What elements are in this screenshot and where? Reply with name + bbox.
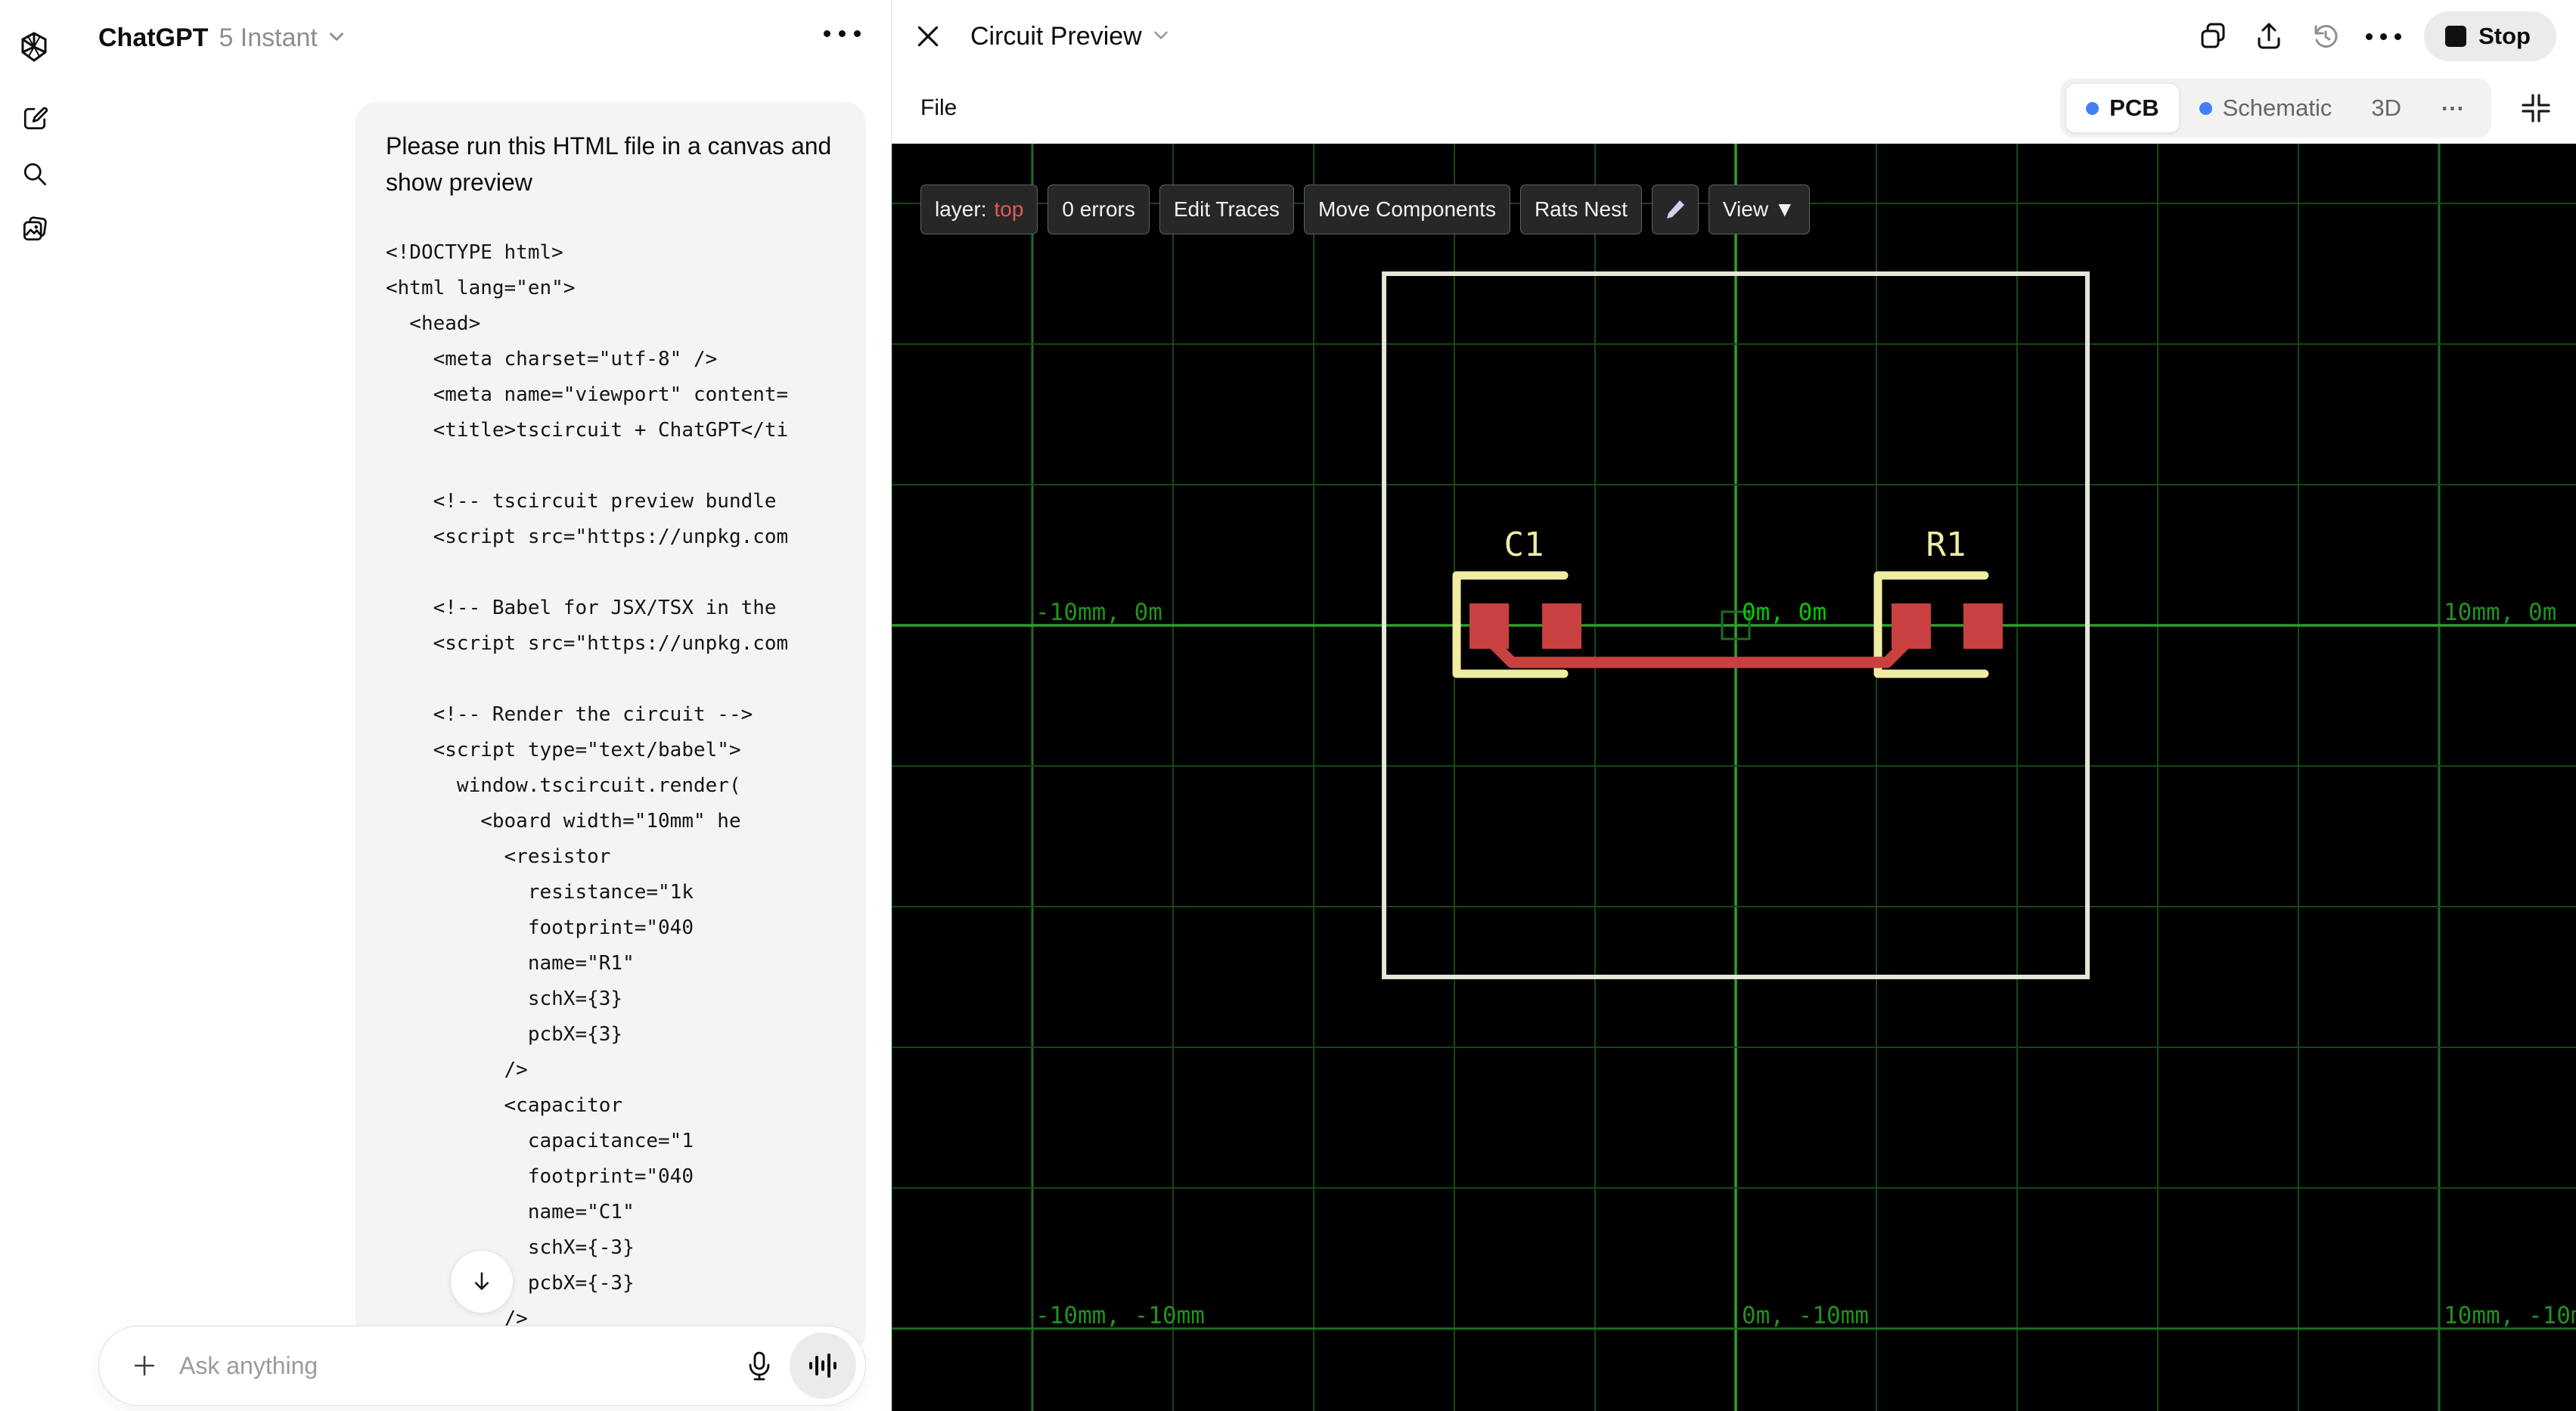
chat-input[interactable] bbox=[178, 1351, 743, 1381]
layer-value: top bbox=[994, 197, 1024, 221]
conversation-options-icon[interactable] bbox=[824, 30, 861, 37]
pcb-viewport[interactable]: C1 R1 -10mm, 0m 0m, 0m 10mm, 0m -10mm, -10m… bbox=[892, 144, 2576, 1411]
left-sidebar bbox=[0, 0, 69, 1411]
tab-label: Schematic bbox=[2222, 95, 2332, 121]
tab-pcb[interactable]: PCB bbox=[2065, 83, 2180, 133]
component-ref-r1[interactable]: R1 bbox=[1926, 526, 1966, 564]
tab-dot-icon bbox=[2086, 101, 2100, 115]
view-dropdown-label: View ▼ bbox=[1722, 197, 1795, 221]
dictate-mic-icon[interactable] bbox=[743, 1349, 776, 1382]
toolbar-button-0-errors[interactable]: 0 errors bbox=[1047, 185, 1150, 234]
pcb-pad[interactable] bbox=[1963, 603, 2003, 649]
tab-label: PCB bbox=[2109, 95, 2159, 121]
copy-icon[interactable] bbox=[2196, 20, 2230, 53]
openai-logo-icon bbox=[16, 29, 52, 69]
stop-square-icon bbox=[2445, 26, 2467, 47]
view-dropdown-button[interactable]: View ▼ bbox=[1708, 185, 1810, 234]
chat-header: ChatGPT 5 Instant bbox=[68, 0, 891, 76]
voice-mode-button[interactable] bbox=[790, 1332, 856, 1399]
history-icon[interactable] bbox=[2308, 19, 2343, 54]
library-icon[interactable] bbox=[20, 214, 50, 244]
tab-label: 3D bbox=[2371, 95, 2401, 121]
pcb-toolbar: layer: top 0 errors Edit Traces Move Compo… bbox=[920, 185, 1810, 234]
pencil-tool-button[interactable] bbox=[1651, 185, 1699, 234]
canvas-header: Circuit Preview Stop bbox=[892, 0, 2576, 73]
canvas-menubar: File PCB Schematic 3D ⋯ bbox=[892, 73, 2576, 144]
chat-model-label[interactable]: 5 Instant bbox=[219, 23, 317, 53]
tab-dot-icon bbox=[2199, 101, 2212, 115]
share-icon[interactable] bbox=[2252, 20, 2286, 53]
close-canvas-icon[interactable] bbox=[913, 21, 943, 51]
layer-selector-button[interactable]: layer: top bbox=[920, 185, 1038, 234]
app-screen: ChatGPT 5 Instant Please run this HTML f… bbox=[0, 0, 2576, 1411]
toolbar-button-move-components[interactable]: Move Components bbox=[1303, 185, 1510, 234]
toolbar-button-rats-nest[interactable]: Rats Nest bbox=[1519, 185, 1642, 234]
user-message-bubble: Please run this HTML file in a canvas an… bbox=[355, 102, 866, 1354]
grid-lines bbox=[892, 144, 2576, 1411]
coordinate-label: 0m, 0m bbox=[1742, 599, 1826, 626]
canvas-title-chevron-icon[interactable] bbox=[1151, 25, 1171, 48]
search-icon[interactable] bbox=[20, 159, 50, 189]
stop-button[interactable]: Stop bbox=[2424, 11, 2556, 61]
more-options-icon[interactable] bbox=[2366, 33, 2402, 40]
chevron-down-icon[interactable] bbox=[327, 26, 346, 50]
coordinate-label: 10mm, -10mm bbox=[2444, 1302, 2576, 1329]
layer-label: layer: bbox=[935, 197, 987, 221]
tab-label: ⋯ bbox=[2441, 95, 2466, 121]
coordinate-label: -10mm, 0m bbox=[1035, 599, 1162, 626]
pcb-pad[interactable] bbox=[1470, 603, 1509, 649]
canvas-title[interactable]: Circuit Preview bbox=[970, 22, 1142, 51]
coordinate-labels: -10mm, 0m 0m, 0m 10mm, 0m -10mm, -10mm 0m, -… bbox=[1035, 599, 2576, 1329]
canvas-actions: Stop bbox=[2196, 0, 2556, 73]
pcb-pad[interactable] bbox=[1542, 603, 1581, 649]
chat-panel: ChatGPT 5 Instant Please run this HTML f… bbox=[68, 0, 891, 1411]
coordinate-label: 0m, -10mm bbox=[1742, 1302, 1869, 1329]
stop-button-label: Stop bbox=[2478, 23, 2531, 49]
coordinate-label: 10mm, 0m bbox=[2444, 599, 2556, 626]
collapse-icon[interactable] bbox=[2519, 91, 2553, 126]
view-switcher-area: PCB Schematic 3D ⋯ bbox=[2060, 73, 2553, 144]
user-message-text: Please run this HTML file in a canvas an… bbox=[386, 132, 832, 196]
pencil-icon bbox=[1666, 200, 1684, 219]
canvas-panel: Circuit Preview Stop File PCB Schematic … bbox=[891, 0, 2576, 1411]
chat-app-title[interactable]: ChatGPT bbox=[98, 23, 208, 53]
pcb-canvas[interactable]: layer: top 0 errors Edit Traces Move Compo… bbox=[892, 144, 2576, 1411]
new-chat-icon[interactable] bbox=[20, 103, 50, 133]
toolbar-button-edit-traces[interactable]: Edit Traces bbox=[1159, 185, 1294, 234]
message-composer bbox=[98, 1326, 866, 1406]
attach-plus-icon[interactable] bbox=[129, 1351, 160, 1381]
view-tab-group: PCB Schematic 3D ⋯ bbox=[2060, 79, 2491, 138]
file-menu[interactable]: File bbox=[920, 95, 957, 121]
component-ref-c1[interactable]: C1 bbox=[1504, 526, 1544, 564]
scroll-to-bottom-button[interactable] bbox=[450, 1250, 514, 1313]
tab-schematic[interactable]: Schematic bbox=[2180, 84, 2352, 132]
user-message-code: <!DOCTYPE html> <html lang="en"> <head> … bbox=[386, 241, 789, 1330]
view-tabs-overflow-icon[interactable]: ⋯ bbox=[2421, 84, 2486, 132]
coordinate-label: -10mm, -10mm bbox=[1035, 1302, 1205, 1329]
tab-3d[interactable]: 3D bbox=[2351, 84, 2421, 132]
pcb-pad[interactable] bbox=[1892, 603, 1931, 649]
